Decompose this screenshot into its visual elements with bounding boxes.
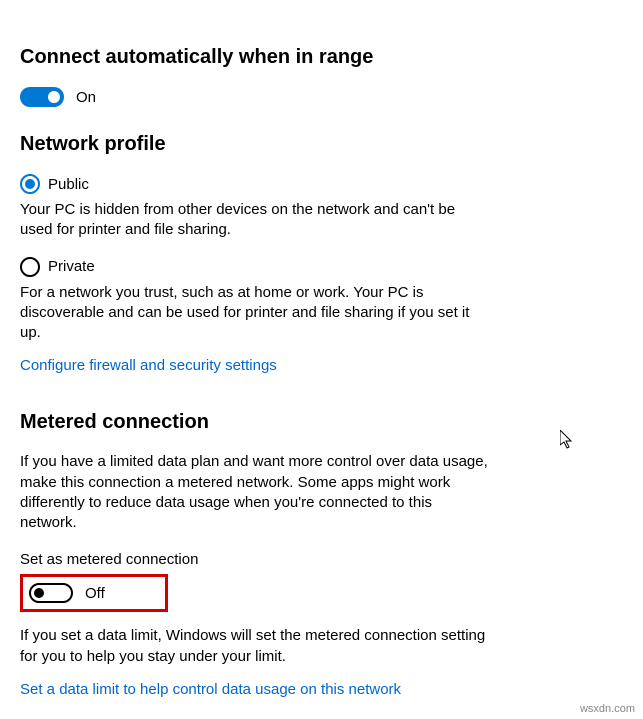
connect-toggle-row: On [20, 87, 623, 107]
connect-toggle-label: On [76, 89, 96, 106]
metered-toggle[interactable] [29, 583, 73, 603]
radio-private[interactable] [20, 257, 40, 277]
radio-public[interactable] [20, 174, 40, 194]
data-limit-link[interactable]: Set a data limit to help control data us… [20, 681, 401, 698]
network-profile-title: Network profile [20, 133, 623, 156]
metered-highlight-box: Off [20, 574, 168, 612]
metered-description: If you have a limited data plan and want… [20, 452, 490, 533]
connect-auto-toggle[interactable] [20, 87, 64, 107]
private-description: For a network you trust, such as at home… [20, 283, 490, 344]
radio-public-label: Public [48, 176, 89, 193]
metered-toggle-label: Off [85, 585, 105, 602]
public-description: Your PC is hidden from other devices on … [20, 200, 490, 241]
data-limit-description: If you set a data limit, Windows will se… [20, 626, 490, 667]
watermark: wsxdn.com [580, 703, 635, 715]
radio-private-row: Private [20, 257, 623, 277]
radio-private-label: Private [48, 258, 95, 275]
connect-auto-title: Connect automatically when in range [20, 46, 623, 69]
configure-firewall-link[interactable]: Configure firewall and security settings [20, 357, 277, 374]
radio-public-row: Public [20, 174, 623, 194]
metered-title: Metered connection [20, 411, 623, 434]
set-metered-label: Set as metered connection [20, 551, 623, 568]
